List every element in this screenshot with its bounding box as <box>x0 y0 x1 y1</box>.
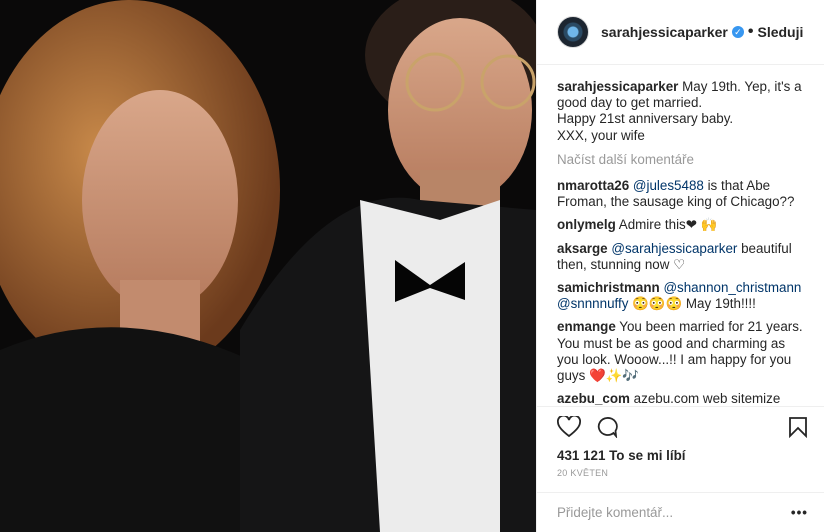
comment-input-placeholder[interactable]: Přidejte komentář... <box>557 505 791 520</box>
comment-username[interactable]: onlymelg <box>557 217 616 232</box>
comment-text: Admire this❤ 🙌 <box>618 217 718 233</box>
post-header: sarahjessicaparker ✓ • Sleduji <box>537 0 824 65</box>
comment-icon[interactable] <box>595 416 788 438</box>
comment-input[interactable]: Přidejte komentář... ••• <box>537 492 824 532</box>
comment-username[interactable]: azebu_com <box>557 391 630 406</box>
list-item: aksarge @sarahjessicaparker beautiful th… <box>557 241 808 273</box>
caption-username[interactable]: sarahjessicaparker <box>557 79 678 94</box>
likes-count[interactable]: 431 121 To se mi líbí <box>537 446 824 466</box>
list-item: azebu_com azebu.com web sitemize herkesi… <box>557 391 808 406</box>
caption-line-2: Happy 21st anniversary baby. <box>557 111 734 127</box>
follow-button[interactable]: Sleduji <box>757 24 803 40</box>
post-date[interactable]: 20 KVĚTEN <box>537 466 824 492</box>
list-item: samichristmann @shannon_christmann @snnn… <box>557 280 808 312</box>
list-item: nmarotta26 @jules5488 is that Abe Froman… <box>557 178 808 210</box>
post-modal: sarahjessicaparker ✓ • Sleduji sarahjess… <box>0 0 824 532</box>
post-photo[interactable] <box>0 0 536 532</box>
comments-list: sarahjessicaparker May 19th. Yep, it's a… <box>537 65 824 406</box>
list-item: enmange You been married for 21 years. Y… <box>557 319 808 384</box>
bookmark-icon[interactable] <box>788 416 808 438</box>
caption-line-3: XXX, your wife <box>557 127 645 143</box>
list-item: onlymelg Admire this❤ 🙌 <box>557 217 808 233</box>
verified-badge-icon: ✓ <box>731 26 744 38</box>
caption: sarahjessicaparker May 19th. Yep, it's a… <box>557 79 808 144</box>
more-options-icon[interactable]: ••• <box>791 505 808 520</box>
comment-username[interactable]: samichristmann <box>557 280 660 295</box>
photo-illustration <box>0 0 536 532</box>
load-more-comments-button[interactable]: Načíst další komentáře <box>557 152 808 168</box>
header-username[interactable]: sarahjessicaparker <box>601 24 728 40</box>
comment-username[interactable]: enmange <box>557 319 616 334</box>
avatar[interactable] <box>557 16 589 48</box>
comment-username[interactable]: nmarotta26 <box>557 178 629 193</box>
separator-dot: • <box>747 23 754 40</box>
heart-icon[interactable] <box>557 415 581 438</box>
action-bar <box>537 406 824 446</box>
comment-mention[interactable]: @sarahjessicaparker <box>611 241 737 256</box>
comment-text: 😳😳😳 May 19th!!!! <box>628 296 756 312</box>
comment-mention[interactable]: @jules5488 <box>633 178 704 193</box>
post-sidebar: sarahjessicaparker ✓ • Sleduji sarahjess… <box>536 0 824 532</box>
comment-username[interactable]: aksarge <box>557 241 608 256</box>
